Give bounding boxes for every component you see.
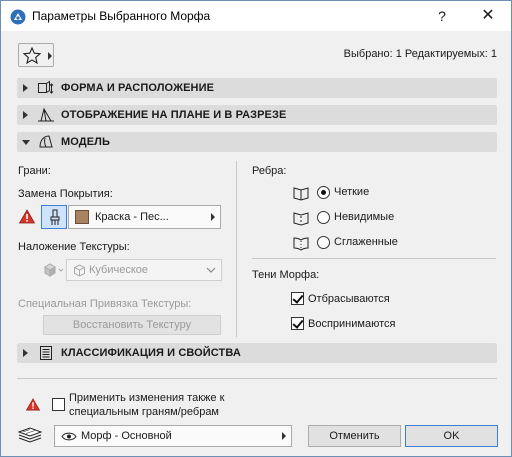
- help-button[interactable]: ?: [431, 5, 453, 27]
- edges-smooth-label: Сглаженные: [334, 236, 398, 248]
- surface-override-label: Замена Покрытия:: [18, 188, 113, 200]
- cancel-button[interactable]: Отменить: [308, 425, 401, 447]
- receive-shadows-checkbox[interactable]: [291, 317, 304, 330]
- cast-shadows-label: Отбрасываются: [308, 293, 390, 305]
- chevron-right-icon: [282, 432, 286, 440]
- sharp-edges-icon: [293, 185, 309, 201]
- window-title: Параметры Выбранного Морфа: [32, 9, 211, 23]
- ok-button[interactable]: OK: [405, 425, 498, 447]
- hidden-edges-icon: [293, 210, 309, 226]
- morph-shape-icon: [37, 80, 55, 96]
- paintbrush-icon: [50, 209, 60, 225]
- warning-icon: [25, 398, 42, 413]
- layers-icon: [17, 426, 43, 444]
- close-button[interactable]: ✕: [475, 5, 501, 27]
- title-bar: Параметры Выбранного Морфа ? ✕: [1, 1, 511, 31]
- edges-hidden-radio[interactable]: [317, 211, 330, 224]
- texture-mapping-icon: [41, 262, 65, 278]
- texture-mapping-label: Наложение Текстуры:: [18, 241, 130, 253]
- chevron-right-icon: [23, 111, 28, 119]
- panel-label: ОТОБРАЖЕНИЕ НА ПЛАНЕ И В РАЗРЕЗЕ: [61, 109, 287, 121]
- archicad-app-icon: [10, 9, 26, 25]
- shadows-label: Тени Морфа:: [252, 269, 320, 281]
- floor-plan-section-icon: [37, 107, 55, 123]
- model-3d-icon: [37, 134, 55, 150]
- apply-to-special-label-line1: Применить изменения также к: [69, 392, 225, 404]
- texture-mapping-value: Кубическое: [89, 264, 148, 276]
- eye-icon: [61, 432, 77, 441]
- cast-shadows-checkbox[interactable]: [291, 292, 304, 305]
- panel-label: КЛАССИФИКАЦИЯ И СВОЙСТВА: [61, 347, 241, 359]
- panel-label: ФОРМА И РАСПОЛОЖЕНИЕ: [61, 82, 215, 94]
- panel-header-shape-position[interactable]: ФОРМА И РАСПОЛОЖЕНИЕ: [17, 78, 497, 98]
- custom-texture-label: Специальная Привязка Текстуры:: [18, 298, 192, 310]
- column-divider: [236, 161, 237, 337]
- layer-select[interactable]: Морф - Основной: [54, 425, 292, 447]
- edges-sharp-radio[interactable]: [317, 186, 330, 199]
- chevron-down-icon: [206, 267, 216, 273]
- right-column-divider: [252, 258, 496, 259]
- cube-icon: [74, 264, 85, 277]
- surface-material-select[interactable]: Краска - Пес...: [68, 205, 221, 229]
- chevron-right-icon: [23, 84, 28, 92]
- panel-label: МОДЕЛЬ: [61, 136, 110, 148]
- star-icon: [23, 47, 41, 64]
- classification-list-icon: [37, 345, 55, 361]
- edges-smooth-radio[interactable]: [317, 236, 330, 249]
- edges-hidden-label: Невидимые: [334, 211, 395, 223]
- edges-sharp-label: Четкие: [334, 186, 370, 198]
- warning-icon: [18, 209, 36, 224]
- layer-value: Морф - Основной: [81, 430, 172, 442]
- chevron-right-icon: [211, 213, 215, 221]
- selection-info: Выбрано: 1 Редактируемых: 1: [343, 48, 497, 60]
- faces-label: Грани:: [18, 165, 51, 177]
- favorites-button[interactable]: [18, 43, 54, 67]
- edges-label: Ребра:: [252, 165, 287, 177]
- panel-header-classification[interactable]: КЛАССИФИКАЦИЯ И СВОЙСТВА: [17, 343, 497, 363]
- chevron-right-icon: [48, 52, 52, 60]
- smooth-edges-icon: [293, 235, 309, 251]
- texture-mapping-select[interactable]: Кубическое: [66, 259, 222, 281]
- panel-header-model[interactable]: МОДЕЛЬ: [17, 132, 497, 152]
- receive-shadows-label: Воспринимаются: [308, 318, 396, 330]
- panel-header-floor-plan[interactable]: ОТОБРАЖЕНИЕ НА ПЛАНЕ И В РАЗРЕЗЕ: [17, 105, 497, 125]
- chevron-right-icon: [23, 349, 28, 357]
- material-swatch: [75, 210, 89, 224]
- restore-texture-button[interactable]: Восстановить Текстуру: [43, 315, 221, 335]
- dialog-window: Параметры Выбранного Морфа ? ✕ Выбрано: …: [0, 0, 512, 457]
- apply-to-special-label-line2: специальным граням/ребрам: [69, 406, 219, 418]
- footer-divider: [17, 378, 497, 379]
- chevron-down-icon: [22, 140, 30, 145]
- surface-material-value: Краска - Пес...: [95, 211, 169, 223]
- apply-to-special-checkbox[interactable]: [52, 398, 65, 411]
- surface-override-toggle[interactable]: [41, 205, 67, 229]
